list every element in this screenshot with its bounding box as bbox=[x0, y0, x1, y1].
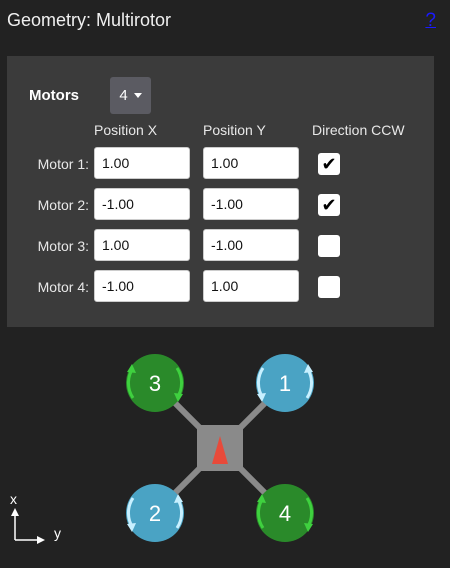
x-axis-arrow-icon bbox=[11, 508, 19, 516]
prop-number: 3 bbox=[149, 371, 161, 396]
prop-number: 4 bbox=[279, 501, 291, 526]
prop-number: 1 bbox=[279, 371, 291, 396]
motor-3-prop: 3 bbox=[126, 354, 184, 412]
motor-2-prop: 2 bbox=[126, 484, 184, 542]
prop-number: 2 bbox=[149, 501, 161, 526]
x-axis-label: x bbox=[10, 491, 17, 507]
axis-indicator: x y bbox=[10, 491, 61, 544]
multirotor-diagram: 3 1 2 4 x y bbox=[10, 354, 314, 544]
motor-1-prop: 1 bbox=[256, 354, 314, 412]
y-axis-label: y bbox=[54, 525, 61, 541]
y-axis-arrow-icon bbox=[37, 536, 45, 544]
motor-4-prop: 4 bbox=[256, 484, 314, 542]
